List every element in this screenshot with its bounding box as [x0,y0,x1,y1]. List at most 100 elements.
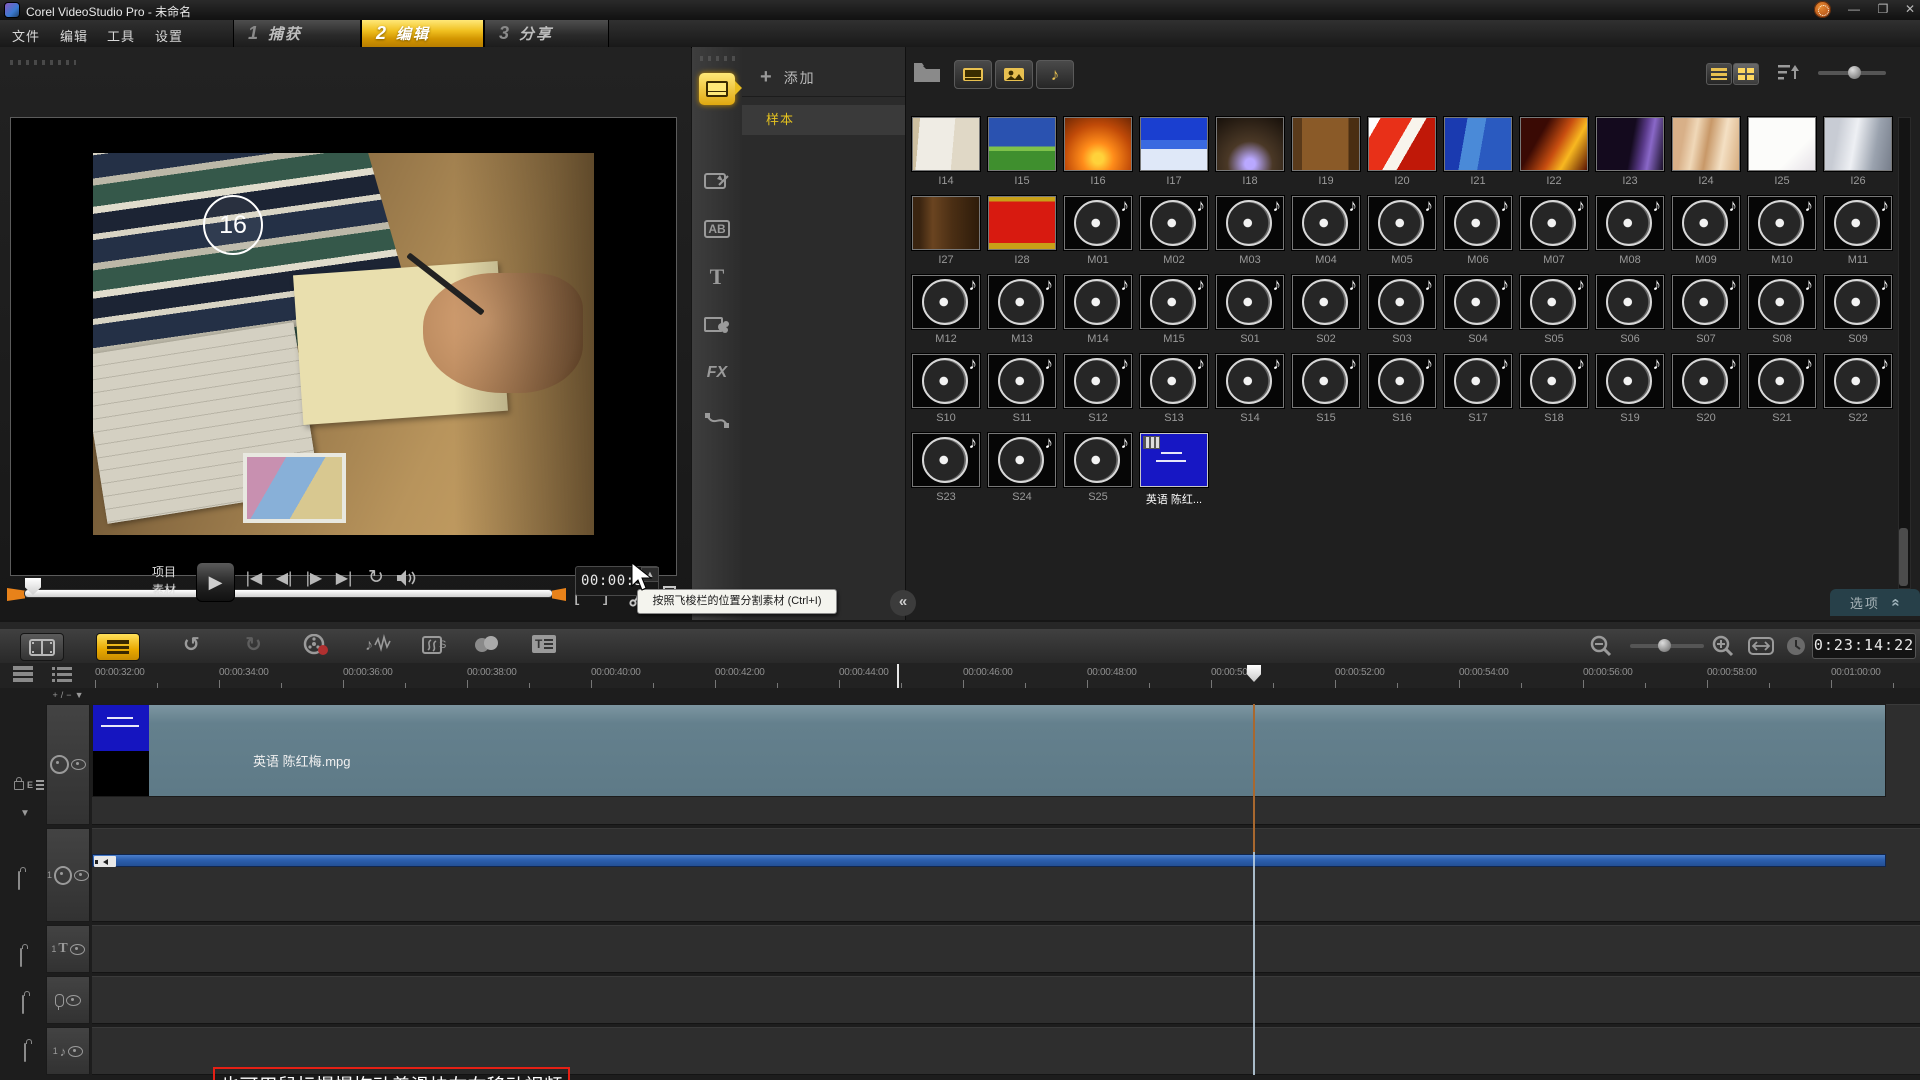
track-expand-arrow[interactable]: ▼ [20,808,30,819]
timeline-splitter[interactable] [0,622,1920,629]
gallery-item[interactable]: ♪S03 [1364,275,1440,354]
collapse-library-button[interactable]: « [890,590,916,616]
sort-button[interactable] [1778,63,1800,86]
duration-clock-icon[interactable] [1786,636,1806,661]
video-track-header[interactable] [46,704,90,825]
gallery-item[interactable]: ♪S01 [1212,275,1288,354]
list-view-button[interactable] [1706,63,1732,85]
project-mode-label[interactable]: 项目 [152,563,176,580]
overlay-track-lock-icon[interactable] [18,871,20,890]
voice-track-header[interactable] [46,976,90,1024]
gallery-item[interactable]: I15 [984,117,1060,196]
close-button[interactable]: ✕ [1899,2,1920,18]
menu-file[interactable]: 文件 [12,26,40,45]
voice-track-lock-icon[interactable] [22,995,24,1014]
filter-audio-button[interactable]: ♪ [1036,60,1074,89]
graphic-category-button[interactable] [699,309,735,341]
gallery-item[interactable]: ♪M04 [1288,196,1364,275]
trim-start-handle[interactable] [7,588,25,601]
play-button[interactable]: ▶ [196,562,235,602]
menu-tools[interactable]: 工具 [107,26,135,45]
gallery-item[interactable]: ♪S13 [1136,354,1212,433]
title-track-lane[interactable] [92,925,1920,973]
filter-fx-category-button[interactable]: FX [699,357,735,389]
gallery-item[interactable]: ♪M09 [1668,196,1744,275]
media-category-button[interactable] [699,73,735,105]
gallery-item[interactable]: I14 [908,117,984,196]
volume-icon[interactable] [396,569,418,587]
gallery-item[interactable]: ♪M07 [1516,196,1592,275]
track-grid-icon[interactable] [13,666,33,687]
transition-category-button[interactable] [699,165,735,197]
gallery-item[interactable]: I18 [1212,117,1288,196]
gallery-item[interactable]: ♪S07 [1668,275,1744,354]
thumbnail-size-knob[interactable] [1848,66,1861,79]
next-frame-button[interactable]: |▶ [300,568,328,588]
gallery-item[interactable]: I17 [1136,117,1212,196]
gallery-item[interactable]: I25 [1744,117,1820,196]
go-end-button[interactable]: ▶| [330,568,358,588]
gallery-item[interactable]: ♪S23 [908,433,984,512]
gallery-scrollbar-thumb[interactable] [1899,528,1908,586]
gallery-item[interactable]: ♪S17 [1440,354,1516,433]
gallery-item[interactable]: ♪S19 [1592,354,1668,433]
minimize-button[interactable]: — [1843,2,1865,18]
tab-capture[interactable]: 1 捕获 [233,20,361,47]
gallery-item[interactable]: ♪M01 [1060,196,1136,275]
overlay-track-header[interactable]: 1 [46,828,90,922]
gallery-item[interactable]: ♪M06 [1440,196,1516,275]
overlay-track-lane[interactable] [92,828,1920,922]
gallery-item[interactable]: ♪S25 [1060,433,1136,512]
gallery-item[interactable]: ♪S14 [1212,354,1288,433]
gallery-item[interactable]: I20 [1364,117,1440,196]
gallery-item[interactable]: ♪S15 [1288,354,1364,433]
title-track-header[interactable]: 1 T [46,925,90,973]
tab-edit[interactable]: 2 编辑 [361,20,484,47]
redo-button[interactable]: ↻ [245,632,262,657]
gallery-item[interactable]: ♪M02 [1136,196,1212,275]
clip-audio-bar[interactable] [92,854,1886,867]
music-track-header[interactable]: 1 ♪ [46,1027,90,1075]
music-track-lock-icon[interactable] [24,1043,26,1062]
gallery-item[interactable]: ♪M12 [908,275,984,354]
undo-button[interactable]: ↺ [183,632,200,657]
zoom-in-icon[interactable] [1712,635,1734,662]
auto-music-icon[interactable]: S [422,634,448,661]
gallery-item[interactable]: I24 [1668,117,1744,196]
zoom-out-icon[interactable] [1590,635,1612,662]
go-start-button[interactable]: |◀ [240,568,268,588]
gallery-item[interactable]: ♪M11 [1820,196,1896,275]
gallery-item[interactable]: ♪S24 [984,433,1060,512]
gallery-item[interactable]: I28 [984,196,1060,275]
sound-mixer-icon[interactable]: ♪ [365,634,393,661]
gallery-item[interactable]: ♪S12 [1060,354,1136,433]
gallery-item[interactable]: ♪M03 [1212,196,1288,275]
thumbnail-view-button[interactable] [1733,63,1759,85]
gallery-scrollbar-track[interactable] [1898,117,1911,589]
gallery-item[interactable]: ♪M14 [1060,275,1136,354]
gallery-item[interactable]: ♪M05 [1364,196,1440,275]
gallery-item[interactable]: ♪M13 [984,275,1060,354]
voice-track-lane[interactable] [92,976,1920,1024]
gallery-item[interactable]: ♪S02 [1288,275,1364,354]
tab-share[interactable]: 3 分享 [484,20,609,47]
motion-path-category-button[interactable] [699,405,735,437]
library-folder-samples[interactable]: 样本 [742,105,905,135]
audio-mute-chip[interactable] [94,856,116,867]
gallery-item[interactable]: I22 [1516,117,1592,196]
prev-frame-button[interactable]: ◀| [270,568,298,588]
gallery-item[interactable]: 英语 陈红... [1136,433,1212,512]
gallery-item[interactable]: I19 [1288,117,1364,196]
gallery-item[interactable]: ♪S20 [1668,354,1744,433]
clip-mode-label[interactable]: 素材 [152,581,176,598]
timeline-zoom-knob[interactable] [1658,639,1671,652]
options-button[interactable]: 选项 « [1830,589,1920,616]
add-folder-row[interactable]: + 添加 [742,59,905,97]
gallery-item[interactable]: ♪M10 [1744,196,1820,275]
project-duration-timecode[interactable]: 0:23:14:22 [1812,633,1916,659]
gallery-item[interactable]: ♪S22 [1820,354,1896,433]
timeline-view-button[interactable] [96,633,140,661]
track-list-icon[interactable] [52,666,72,687]
panel-drag-handle[interactable] [10,60,76,65]
ride-all-tracks-icon[interactable]: E [14,780,44,790]
